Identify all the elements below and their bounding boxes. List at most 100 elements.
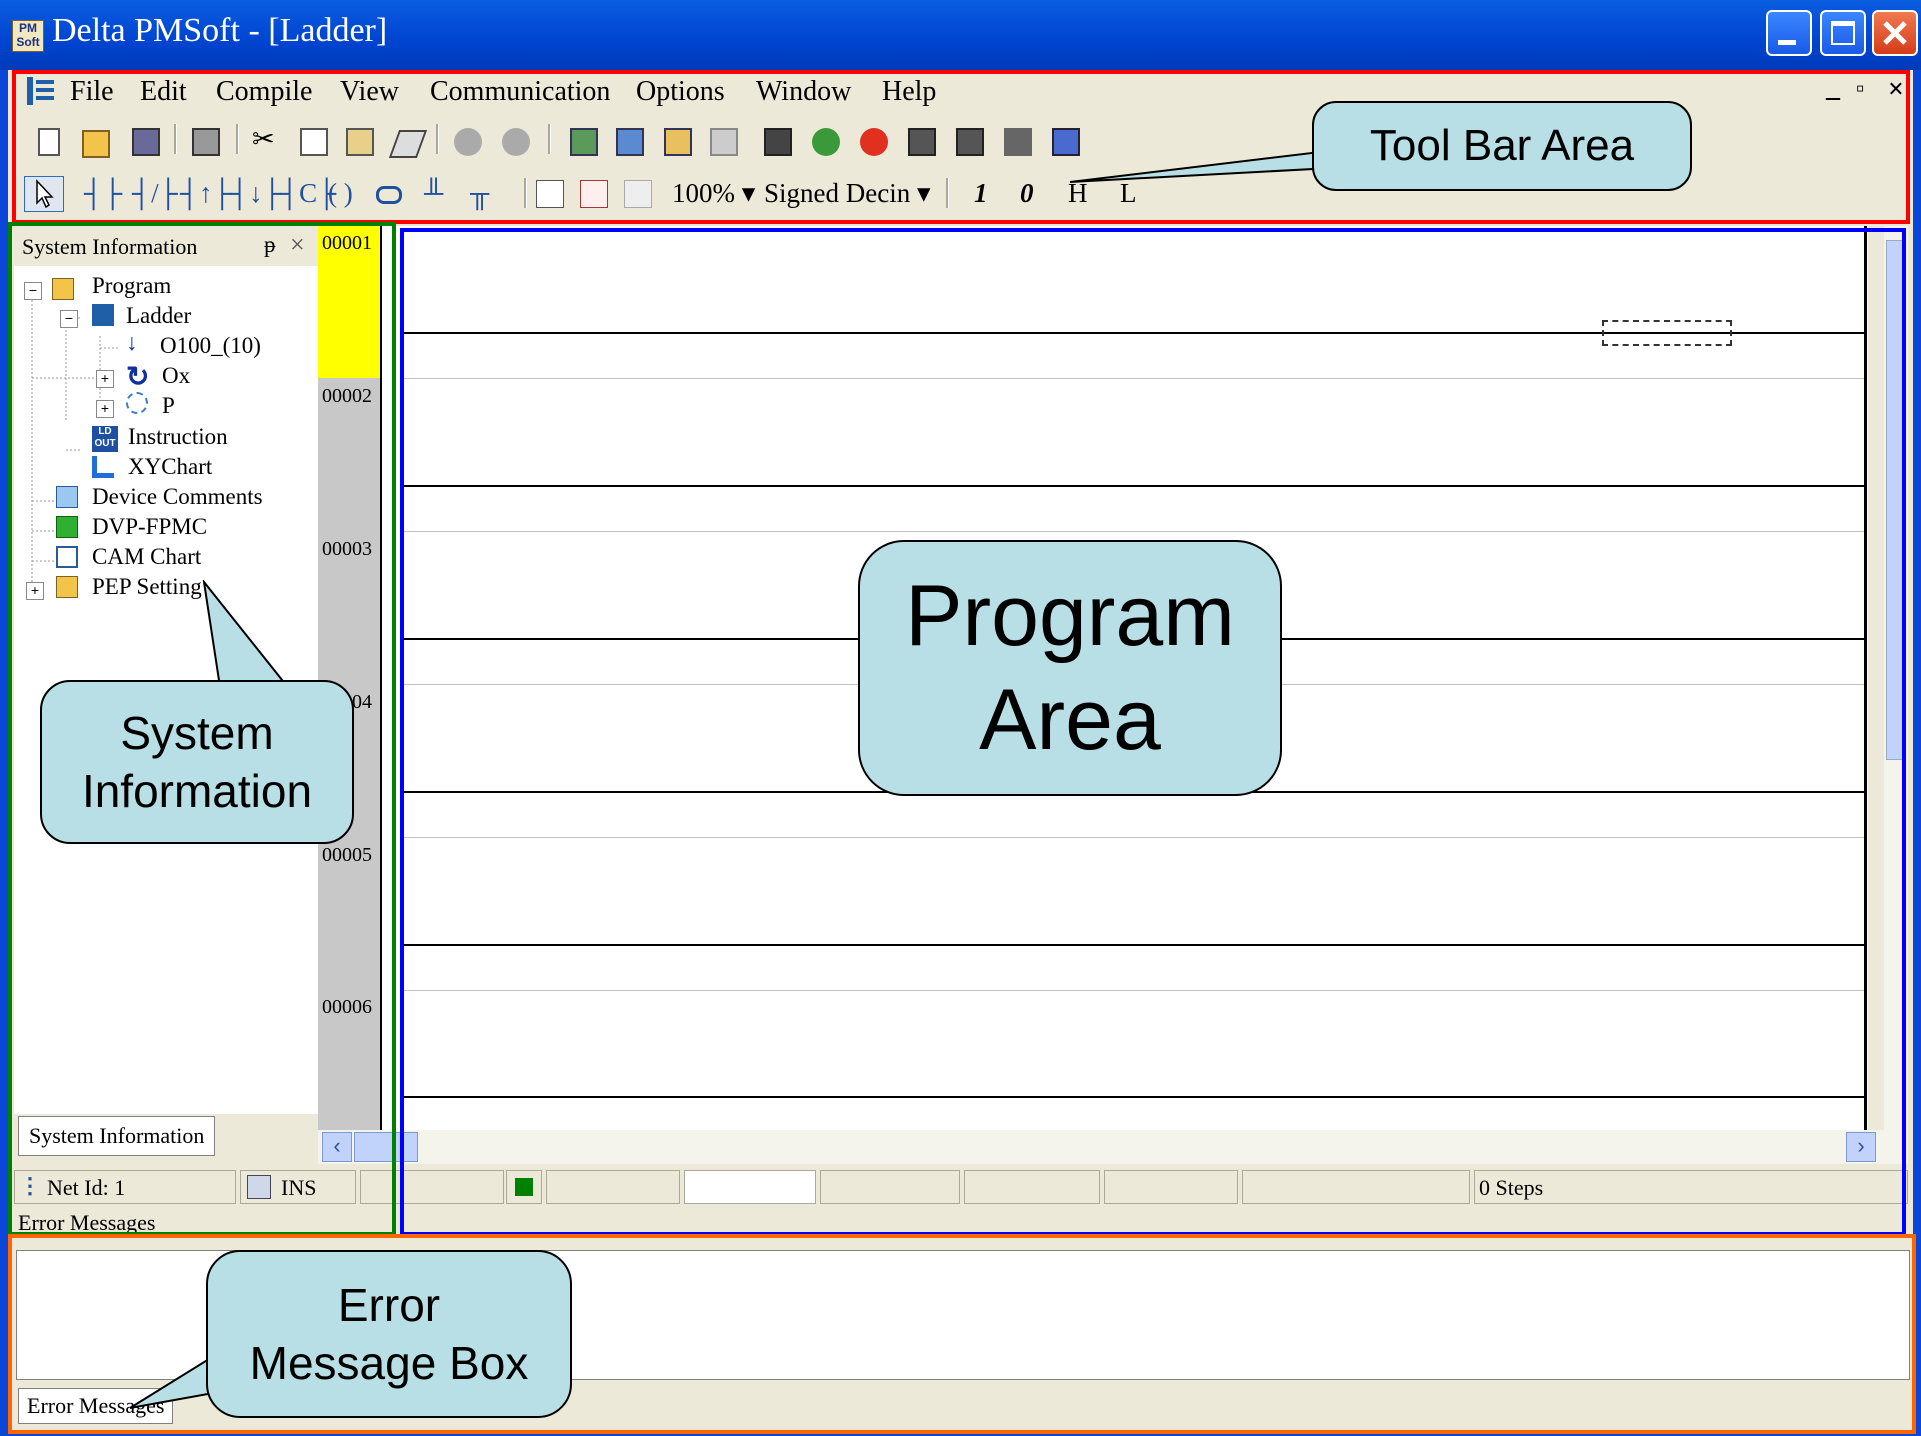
vertical-scroll-thumb[interactable]	[1886, 240, 1906, 760]
rung-number: 00003	[322, 538, 372, 560]
cut-icon[interactable]: ✂	[252, 124, 275, 155]
compile-to-code-icon[interactable]	[536, 180, 564, 208]
tree-item-program[interactable]: Program	[92, 273, 171, 299]
menu-view[interactable]: View	[340, 76, 399, 108]
mdi-close-button[interactable]: ×	[1888, 74, 1904, 106]
toolbar-separator	[436, 124, 439, 154]
callout-line: Area	[979, 672, 1161, 768]
close-button[interactable]	[1872, 10, 1918, 56]
compare-icon[interactable]	[710, 128, 738, 156]
tree-item-p[interactable]: P	[162, 393, 175, 419]
tree-item-ox[interactable]: Ox	[162, 363, 190, 389]
menu-edit[interactable]: Edit	[140, 76, 187, 108]
display-format-value: Signed Decin	[764, 178, 911, 208]
callout-line: Error	[337, 1279, 441, 1331]
horizontal-scrollbar[interactable]	[318, 1130, 1908, 1164]
loop-icon: ↻	[126, 362, 150, 393]
mode-text: INS	[281, 1175, 317, 1200]
save-icon[interactable]	[132, 128, 160, 156]
stop-icon[interactable]	[860, 128, 888, 156]
menu-options[interactable]: Options	[636, 76, 725, 108]
network-icon: ⋮	[19, 1173, 41, 1198]
error-panel-title: Error Messages	[18, 1210, 156, 1235]
monitor-icon[interactable]	[664, 128, 692, 156]
undo-icon[interactable]	[454, 128, 482, 156]
tree-item-ladder[interactable]: Ladder	[126, 303, 191, 329]
tree-item-cam-chart[interactable]: CAM Chart	[92, 544, 201, 570]
code-to-ladder-icon[interactable]	[580, 180, 608, 208]
set-on-button[interactable]: 1	[974, 178, 988, 209]
tree-item-xychart[interactable]: XYChart	[128, 454, 212, 480]
collapse-program-button[interactable]: −	[24, 282, 42, 300]
status-cell	[360, 1170, 504, 1204]
step-icon[interactable]	[1004, 128, 1032, 156]
tree-item-instruction[interactable]: Instruction	[128, 424, 228, 450]
device-monitor-icon[interactable]	[908, 128, 936, 156]
select-pointer-icon[interactable]	[24, 176, 64, 212]
program-area-callout: Program Area	[858, 540, 1282, 796]
tree-item-o100[interactable]: O100_(10)	[160, 333, 261, 359]
display-format-select[interactable]: Signed Decin ▾	[764, 178, 931, 209]
run-icon[interactable]	[812, 128, 840, 156]
coil-icon[interactable]: ( )	[328, 178, 353, 209]
xychart-icon	[92, 456, 114, 478]
copy-icon[interactable]	[300, 128, 328, 156]
code-icon[interactable]	[624, 180, 652, 208]
tree-item-pep-setting[interactable]: PEP Setting	[92, 574, 202, 600]
rising-edge-contact-icon[interactable]: ┤↑├	[180, 178, 232, 209]
scroll-right-arrow-icon[interactable]: ›	[1846, 1132, 1876, 1162]
left-power-rail	[380, 226, 398, 1130]
arrow-down-icon: ↓	[126, 330, 138, 355]
horizontal-scroll-thumb[interactable]	[354, 1132, 418, 1162]
open-file-icon[interactable]	[82, 130, 110, 158]
minimize-button[interactable]	[1766, 10, 1812, 56]
menu-help[interactable]: Help	[882, 76, 936, 108]
toolbar-separator	[524, 178, 527, 208]
paste-icon[interactable]	[346, 128, 374, 156]
tree-item-device-comments[interactable]: Device Comments	[92, 484, 263, 510]
maximize-button[interactable]	[1820, 10, 1866, 56]
collapse-ladder-button[interactable]: −	[60, 310, 78, 328]
rung-number: 00001	[322, 232, 372, 254]
toolbar-separator	[174, 124, 177, 154]
new-file-icon[interactable]	[38, 128, 60, 156]
edit-cursor[interactable]	[1602, 320, 1732, 346]
system-information-header: System Information ᵽ ×	[14, 226, 318, 266]
run-indicator-icon	[515, 1178, 533, 1196]
zoom-select[interactable]: 100% ▾	[672, 178, 755, 209]
falling-edge-contact-icon[interactable]: ┤↓├	[230, 178, 282, 209]
scroll-left-arrow-icon[interactable]: ‹	[322, 1132, 352, 1162]
vertical-line-down-icon[interactable]: ╥	[470, 178, 489, 209]
expand-pep-setting-button[interactable]: +	[26, 582, 44, 600]
upload-plc-icon[interactable]	[616, 128, 644, 156]
register-monitor-icon[interactable]	[956, 128, 984, 156]
download-plc-icon[interactable]	[570, 128, 598, 156]
function-block-icon[interactable]	[376, 186, 402, 204]
print-icon[interactable]	[192, 128, 220, 156]
program-folder-icon	[52, 278, 74, 300]
menu-compile[interactable]: Compile	[216, 76, 312, 108]
tab-system-information[interactable]: System Information	[18, 1116, 216, 1156]
status-cell	[684, 1170, 816, 1204]
vertical-line-up-icon[interactable]: ╨	[424, 178, 443, 209]
expand-p-button[interactable]: +	[96, 400, 114, 418]
set-off-button[interactable]: 0	[1020, 178, 1034, 209]
mdi-restore-button[interactable]: ▫	[1856, 76, 1865, 103]
panel-close-icon[interactable]: ×	[290, 230, 305, 260]
callout-line: Information	[81, 765, 313, 817]
mdi-minimize-button[interactable]: _	[1826, 72, 1840, 104]
rung-number: 00006	[322, 996, 372, 1018]
tree-item-dvp-fpmc[interactable]: DVP-FPMC	[92, 514, 207, 540]
normally-open-contact-icon[interactable]: ┤├	[84, 178, 122, 209]
menu-file[interactable]: File	[70, 76, 114, 108]
pin-icon[interactable]: ᵽ	[264, 232, 276, 258]
menu-communication[interactable]: Communication	[430, 76, 610, 108]
computer-icon[interactable]	[764, 128, 792, 156]
zoom-value: 100%	[672, 178, 735, 208]
system-information-callout: System Information	[40, 680, 354, 844]
menu-window[interactable]: Window	[756, 76, 851, 108]
expand-ox-button[interactable]: +	[96, 370, 114, 388]
redo-icon[interactable]	[502, 128, 530, 156]
pep-setting-icon	[56, 576, 78, 598]
normally-closed-contact-icon[interactable]: ┤/├	[132, 178, 178, 209]
